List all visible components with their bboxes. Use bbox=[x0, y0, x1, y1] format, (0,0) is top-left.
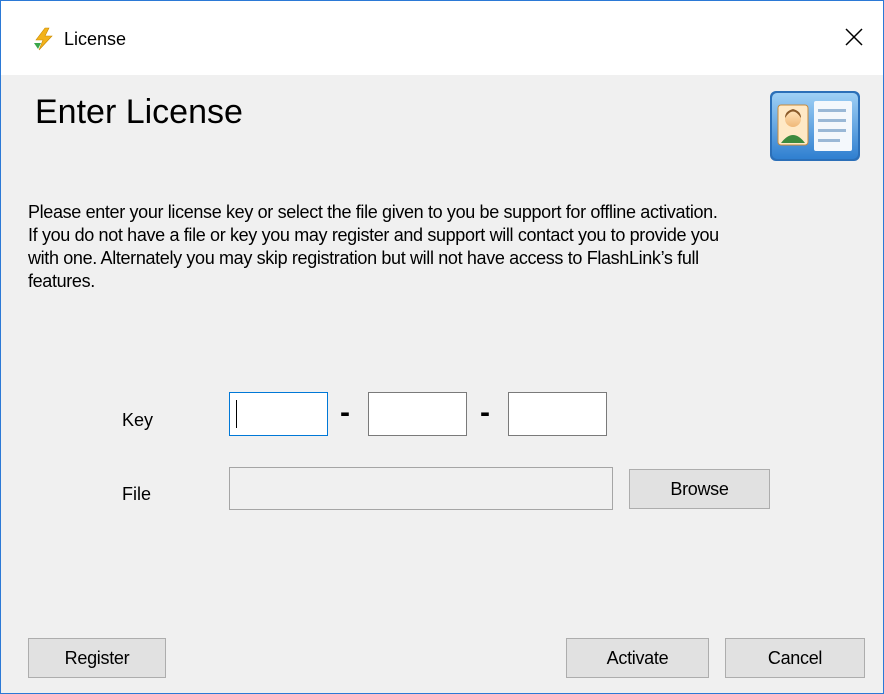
file-path-field[interactable] bbox=[229, 467, 613, 510]
close-button[interactable] bbox=[834, 17, 874, 57]
cancel-button[interactable]: Cancel bbox=[725, 638, 865, 678]
description-line: features. bbox=[28, 271, 95, 291]
window-title: License bbox=[64, 29, 127, 49]
id-card-icon bbox=[766, 87, 864, 167]
activate-button[interactable]: Activate bbox=[566, 638, 709, 678]
description-line: If you do not have a file or key you may… bbox=[28, 225, 719, 245]
key-part-3-input[interactable] bbox=[509, 393, 606, 435]
lightning-icon bbox=[32, 27, 56, 51]
file-label: File bbox=[122, 484, 152, 504]
browse-button[interactable]: Browse bbox=[629, 469, 770, 509]
file-path-input[interactable] bbox=[230, 468, 612, 509]
key-part-3-field[interactable] bbox=[508, 392, 607, 436]
description-line: Please enter your license key or select … bbox=[28, 202, 718, 222]
description-text: Please enter your license key or select … bbox=[28, 201, 873, 293]
key-part-1-field[interactable] bbox=[229, 392, 328, 436]
key-separator: - bbox=[480, 396, 490, 429]
page-title: Enter License bbox=[35, 93, 243, 131]
key-separator: - bbox=[340, 396, 350, 429]
key-part-1-input[interactable] bbox=[230, 393, 327, 435]
register-button[interactable]: Register bbox=[28, 638, 166, 678]
key-part-2-field[interactable] bbox=[368, 392, 467, 436]
text-caret bbox=[236, 400, 237, 428]
key-label: Key bbox=[122, 410, 154, 430]
close-icon bbox=[845, 28, 863, 46]
key-part-2-input[interactable] bbox=[369, 393, 466, 435]
license-dialog: License Enter License Please enter your … bbox=[0, 0, 884, 694]
title-bar: License bbox=[1, 1, 883, 75]
description-line: with one. Alternately you may skip regis… bbox=[28, 248, 699, 268]
